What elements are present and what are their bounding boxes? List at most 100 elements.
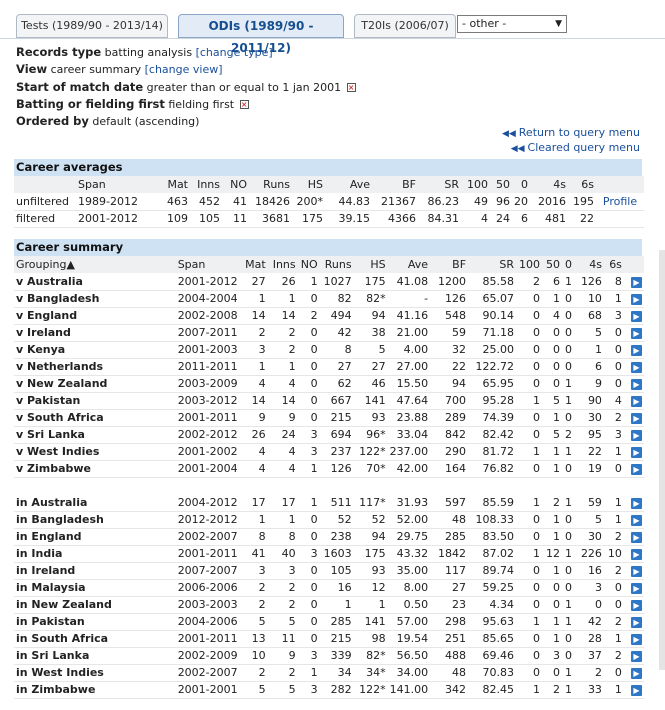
play-arrow-icon[interactable]: ▶ <box>631 379 642 390</box>
play-arrow-icon[interactable]: ▶ <box>631 430 642 441</box>
table-cell: 0 <box>603 664 624 682</box>
table-cell: 1842 <box>430 545 469 563</box>
remove-batfield-filter-icon[interactable]: × <box>239 100 249 110</box>
grouping-link[interactable]: in Pakistan <box>14 613 176 631</box>
table-cell: 842 <box>430 426 469 444</box>
grouping-link[interactable]: in Australia <box>14 494 176 512</box>
table-cell: 694 <box>319 426 354 444</box>
header-4s: 4s <box>530 176 568 193</box>
play-arrow-icon[interactable]: ▶ <box>631 617 642 628</box>
grouping-link[interactable]: v England <box>14 307 176 325</box>
play-arrow-icon[interactable]: ▶ <box>631 345 642 356</box>
table-cell: 1 <box>297 664 320 682</box>
table-row: in Bangladesh 2012-2012 1 1 0 52 52 52.00 48 108.… <box>14 511 644 529</box>
other-format-select[interactable]: - other - ▼ <box>457 15 567 33</box>
change-type-link[interactable]: [change type] <box>196 46 273 59</box>
grouping-link[interactable]: in South Africa <box>14 630 176 648</box>
play-arrow-icon[interactable]: ▶ <box>631 532 642 543</box>
table-cell: 8 <box>319 341 354 359</box>
grouping-link[interactable]: in New Zealand <box>14 596 176 614</box>
table-cell: 1 <box>297 494 320 512</box>
table-cell: 1 <box>542 409 562 427</box>
cleared-query-link[interactable]: Cleared query menu <box>528 141 640 154</box>
table-cell: 452 <box>190 193 222 211</box>
play-arrow-icon[interactable]: ▶ <box>631 583 642 594</box>
table-cell: 82 <box>319 290 354 308</box>
table-cell: 26 <box>241 426 268 444</box>
grouping-link[interactable]: in West Indies <box>14 664 176 682</box>
play-arrow-icon[interactable]: ▶ <box>631 515 642 526</box>
tab-t20is[interactable]: T20Is (2006/07) <box>354 14 456 38</box>
play-arrow-icon[interactable]: ▶ <box>631 328 642 339</box>
table-cell: 0 <box>516 528 542 546</box>
table-cell: 43.32 <box>387 545 431 563</box>
table-cell: 85.59 <box>468 494 517 512</box>
go-cell: ▶ <box>623 630 644 648</box>
grouping-link[interactable]: v Australia <box>14 273 176 291</box>
play-arrow-icon[interactable]: ▶ <box>631 362 642 373</box>
grouping-link[interactable]: v South Africa <box>14 409 176 427</box>
table-cell: 62 <box>319 375 354 393</box>
header-blank <box>623 256 644 273</box>
play-arrow-icon[interactable]: ▶ <box>631 600 642 611</box>
grouping-link[interactable]: v Pakistan <box>14 392 176 410</box>
play-arrow-icon[interactable]: ▶ <box>631 634 642 645</box>
table-cell: 27 <box>430 579 469 597</box>
tab-tests[interactable]: Tests (1989/90 - 2013/14) <box>16 14 168 38</box>
grouping-link[interactable]: in Ireland <box>14 562 176 580</box>
grouping-link[interactable]: v Netherlands <box>14 358 176 376</box>
table-cell: 2002-2007 <box>175 664 242 682</box>
play-arrow-icon[interactable]: ▶ <box>631 396 642 407</box>
play-arrow-icon[interactable]: ▶ <box>631 413 642 424</box>
table-cell: 68 <box>573 307 604 325</box>
grouping-link[interactable]: in India <box>14 545 176 563</box>
grouping-link[interactable]: in England <box>14 528 176 546</box>
scrollbar[interactable] <box>659 250 665 670</box>
grouping-link[interactable]: v West Indies <box>14 443 176 461</box>
table-cell: 1 <box>603 511 624 529</box>
remove-date-filter-icon[interactable]: × <box>346 83 356 93</box>
table-cell: 0 <box>516 664 542 682</box>
play-arrow-icon[interactable]: ▶ <box>631 668 642 679</box>
tab-divider <box>0 38 665 39</box>
grouping-link[interactable]: v Bangladesh <box>14 290 176 308</box>
profile-link[interactable]: Profile <box>596 193 644 211</box>
grouping-link[interactable]: v Kenya <box>14 341 176 359</box>
header-grouping[interactable]: Grouping▲ <box>14 256 176 273</box>
table-cell: 12 <box>542 545 562 563</box>
play-arrow-icon[interactable]: ▶ <box>631 447 642 458</box>
table-cell: 49 <box>461 193 490 211</box>
play-arrow-icon[interactable]: ▶ <box>631 566 642 577</box>
change-view-link[interactable]: [change view] <box>145 63 223 76</box>
grouping-link[interactable]: v Ireland <box>14 324 176 342</box>
go-cell: ▶ <box>623 613 644 631</box>
play-arrow-icon[interactable]: ▶ <box>631 549 642 560</box>
grouping-link[interactable]: in Bangladesh <box>14 511 176 529</box>
play-arrow-icon[interactable]: ▶ <box>631 685 642 696</box>
play-arrow-icon[interactable]: ▶ <box>631 311 642 322</box>
play-arrow-icon[interactable]: ▶ <box>631 651 642 662</box>
tab-odis[interactable]: ODIs (1989/90 - 2011/12) <box>178 14 344 55</box>
grouping-link[interactable]: in Sri Lanka <box>14 647 176 665</box>
table-cell: 3 <box>297 426 320 444</box>
table-cell: 56.50 <box>387 647 431 665</box>
table-cell: 59.25 <box>468 579 517 597</box>
grouping-link[interactable]: v New Zealand <box>14 375 176 393</box>
play-arrow-icon[interactable]: ▶ <box>631 276 642 288</box>
play-arrow-icon[interactable]: ▶ <box>631 497 642 509</box>
grouping-link[interactable]: in Malaysia <box>14 579 176 597</box>
table-cell: 0 <box>516 647 542 665</box>
table-cell: 32 <box>430 341 469 359</box>
career-summary-table: Grouping▲ Span Mat Inns NO Runs HS Ave BF SR 100 50… <box>14 256 644 699</box>
table-row: in West Indies 2002-2007 2 2 1 34 34* 34.00 48 70… <box>14 664 644 682</box>
return-query-link[interactable]: Return to query menu <box>519 126 640 139</box>
play-arrow-icon[interactable]: ▶ <box>631 294 642 305</box>
grouping-link[interactable]: in Zimbabwe <box>14 681 176 699</box>
table-cell: 2003-2012 <box>175 392 242 410</box>
grouping-link[interactable]: v Sri Lanka <box>14 426 176 444</box>
table-cell: 0 <box>561 290 574 308</box>
header-mat: Mat <box>241 256 268 273</box>
grouping-link[interactable]: v Zimbabwe <box>14 460 176 478</box>
play-arrow-icon[interactable]: ▶ <box>631 464 642 475</box>
table-cell: 126 <box>319 460 354 478</box>
